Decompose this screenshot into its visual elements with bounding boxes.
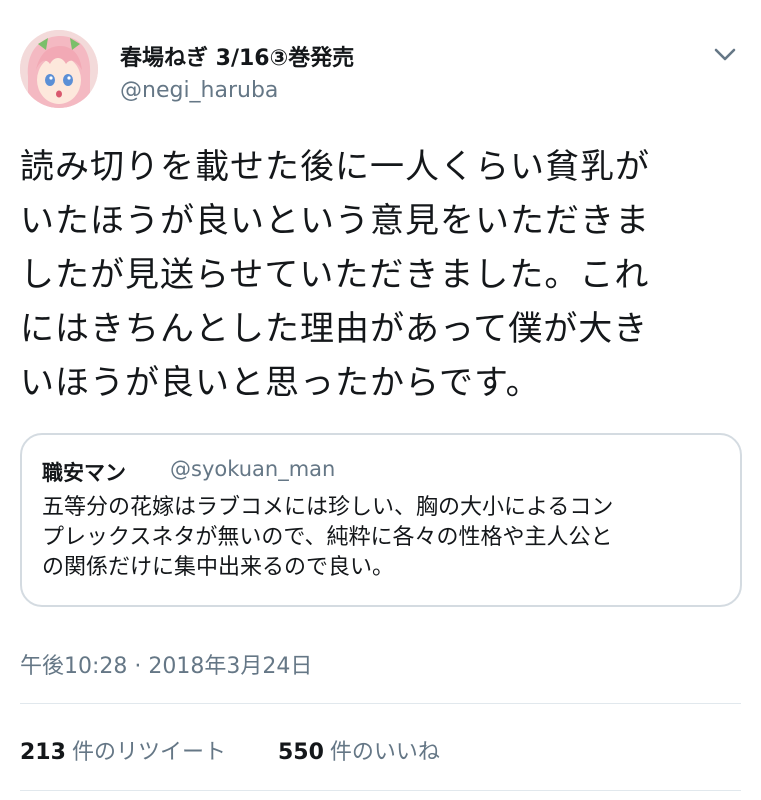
author-handle[interactable]: @negi_haruba <box>120 78 278 103</box>
tweet-stats: 213 件のリツイート 550 件のいいね <box>20 734 440 766</box>
retweets-count: 213 <box>20 740 66 765</box>
quoted-tweet-card[interactable]: 職安マン @syokuan_man 五等分の花嫁はラブコメには珍しい、胸の大小に… <box>20 433 742 607</box>
quoted-tweet-text: 五等分の花嫁はラブコメには珍しい、胸の大小によるコン プレックスネタが無いので、… <box>42 495 614 580</box>
likes-stat[interactable]: 550 件のいいね <box>278 734 440 766</box>
avatar-illustration <box>20 30 98 108</box>
tweet-card: 春場ねぎ 3/16③巻発売 @negi_haruba 読み切りを載せた後に一人く… <box>0 0 761 800</box>
retweets-stat[interactable]: 213 件のリツイート <box>20 734 226 766</box>
quoted-author-display-name: 職安マン <box>42 461 126 485</box>
tweet-text: 読み切りを載せた後に一人くらい貧乳が いたほうが良いという意見をいただきま した… <box>20 147 650 403</box>
author-display-name[interactable]: 春場ねぎ 3/16③巻発売 <box>120 40 354 72</box>
chevron-down-icon[interactable] <box>708 40 742 70</box>
retweets-label: 件のリツイート <box>71 740 226 765</box>
tweet-timestamp[interactable]: 午後10:28 · 2018年3月24日 <box>20 648 312 680</box>
divider <box>20 703 741 704</box>
quoted-author-handle: @syokuan_man <box>170 457 336 481</box>
likes-count: 550 <box>277 740 324 765</box>
likes-label: 件のいいね <box>329 740 440 765</box>
divider <box>20 790 741 791</box>
avatar[interactable] <box>20 30 98 108</box>
